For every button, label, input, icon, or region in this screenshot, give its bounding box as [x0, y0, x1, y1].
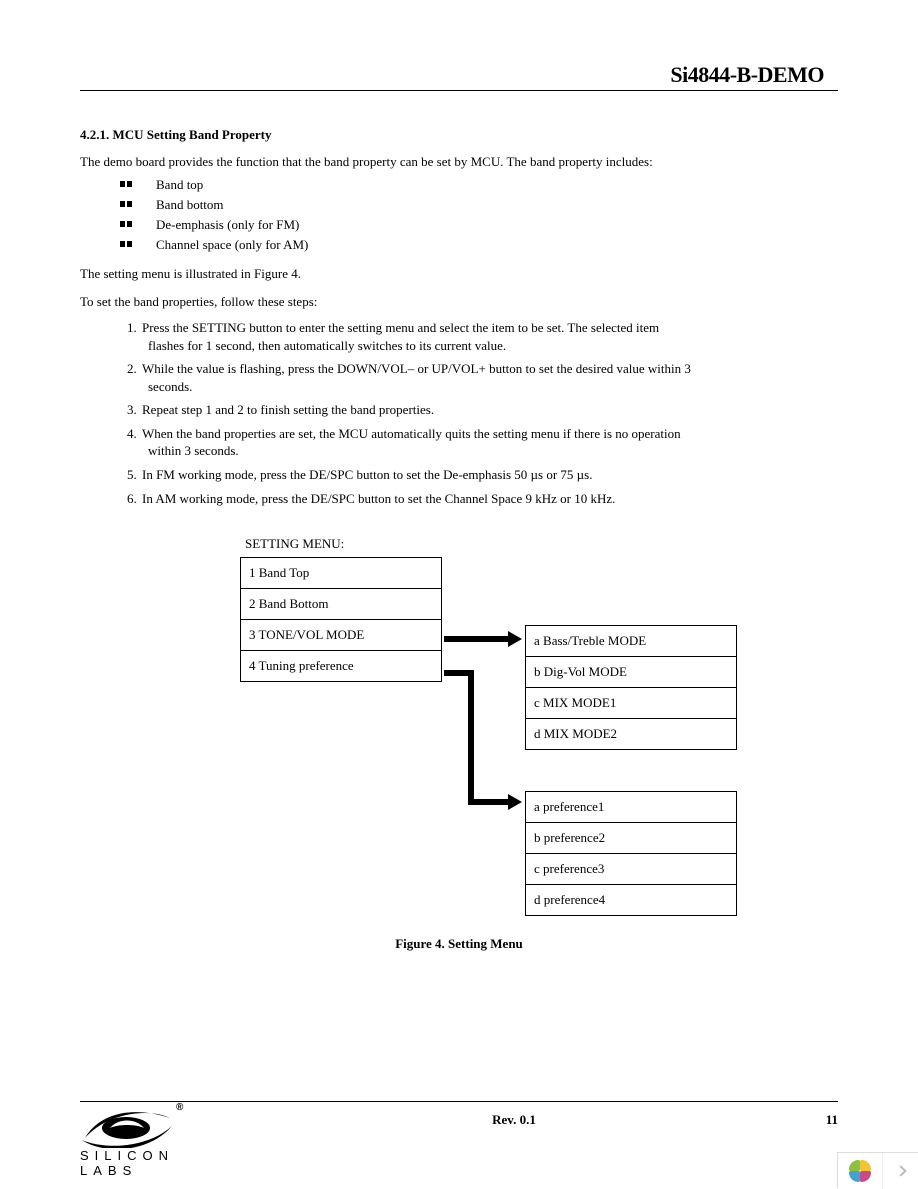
menu-title: SETTING MENU: [245, 536, 344, 552]
table-row: b preference2 [526, 823, 736, 854]
arrow-head-icon [508, 794, 522, 810]
step-text: within 3 seconds. [142, 442, 758, 460]
list-item-label: Band bottom [156, 197, 224, 212]
list-item-label: De-emphasis (only for FM) [156, 217, 299, 232]
list-item: Press the SETTING button to enter the se… [140, 316, 838, 357]
header-rule [80, 90, 838, 91]
table-row: a preference1 [526, 792, 736, 823]
list-item: Band bottom [140, 195, 838, 215]
page: Si4844-B-DEMO 4.2.1. MCU Setting Band Pr… [0, 0, 918, 1188]
table-row: c MIX MODE1 [526, 688, 736, 719]
pref-menu-box: a preference1 b preference2 c preference… [525, 791, 737, 916]
footer-rule [80, 1101, 838, 1102]
next-page-button[interactable] [882, 1153, 918, 1189]
list-item: In FM working mode, press the DE/SPC but… [140, 463, 838, 487]
mode-menu-box: a Bass/Treble MODE b Dig-Vol MODE c MIX … [525, 625, 737, 750]
table-row: c preference3 [526, 854, 736, 885]
table-row: 4 Tuning preference [241, 651, 441, 682]
page-footer: ® SILICON LABS Rev. 0.1 11 [80, 1095, 838, 1169]
step-text: In FM working mode, press the DE/SPC but… [142, 467, 592, 482]
silicon-labs-logo: ® SILICON LABS [80, 1108, 230, 1168]
list-item: Repeat step 1 and 2 to finish setting th… [140, 398, 838, 422]
table-row: d MIX MODE2 [526, 719, 736, 750]
doc-title: Si4844-B-DEMO [80, 62, 838, 88]
pinwheel-icon[interactable] [838, 1153, 882, 1189]
page-number: 11 [798, 1108, 838, 1128]
step-text: In AM working mode, press the DE/SPC but… [142, 491, 615, 506]
logo-mark-icon [80, 1104, 175, 1148]
list-item: Band top [140, 175, 838, 195]
table-row: b Dig-Vol MODE [526, 657, 736, 688]
figure-caption: Figure 4. Setting Menu [80, 936, 838, 952]
list-item: De-emphasis (only for FM) [140, 215, 838, 235]
revision-label: Rev. 0.1 [230, 1108, 798, 1128]
chevron-right-icon [895, 1165, 906, 1176]
list-item: Channel space (only for AM) [140, 235, 838, 255]
step-text: Repeat step 1 and 2 to finish setting th… [142, 402, 434, 417]
bullet-list: Band top Band bottom De-emphasis (only f… [80, 175, 838, 256]
setting-menu-diagram: SETTING MENU: 1 Band Top 2 Band Bottom 3… [80, 536, 838, 936]
intro-paragraph: The demo board provides the function tha… [80, 153, 838, 171]
paragraph: The setting menu is illustrated in Figur… [80, 265, 838, 283]
table-row: 1 Band Top [241, 558, 441, 589]
table-row: 3 TONE/VOL MODE [241, 620, 441, 651]
step-text: When the band properties are set, the MC… [142, 426, 681, 441]
logo-text: SILICON LABS [80, 1148, 230, 1178]
step-text: seconds. [142, 378, 758, 396]
registered-mark: ® [176, 1102, 183, 1113]
arrow-head-icon [508, 631, 522, 647]
steps-list: Press the SETTING button to enter the se… [80, 316, 838, 510]
list-item: While the value is flashing, press the D… [140, 357, 838, 398]
table-row: a Bass/Treble MODE [526, 626, 736, 657]
arrow-line [468, 799, 510, 805]
step-text: Press the SETTING button to enter the se… [142, 320, 659, 335]
table-row: d preference4 [526, 885, 736, 916]
section-heading: 4.2.1. MCU Setting Band Property [80, 127, 838, 143]
arrow-line [468, 670, 474, 805]
paragraph: To set the band properties, follow these… [80, 293, 838, 311]
list-item-label: Channel space (only for AM) [156, 237, 308, 252]
arrow-line [444, 636, 510, 642]
step-text: flashes for 1 second, then automatically… [142, 337, 758, 355]
list-item-label: Band top [156, 177, 203, 192]
corner-pager [837, 1152, 918, 1188]
table-row: 2 Band Bottom [241, 589, 441, 620]
list-item: In AM working mode, press the DE/SPC but… [140, 487, 838, 511]
main-menu-box: 1 Band Top 2 Band Bottom 3 TONE/VOL MODE… [240, 557, 442, 682]
list-item: When the band properties are set, the MC… [140, 422, 838, 463]
step-text: While the value is flashing, press the D… [142, 361, 691, 376]
